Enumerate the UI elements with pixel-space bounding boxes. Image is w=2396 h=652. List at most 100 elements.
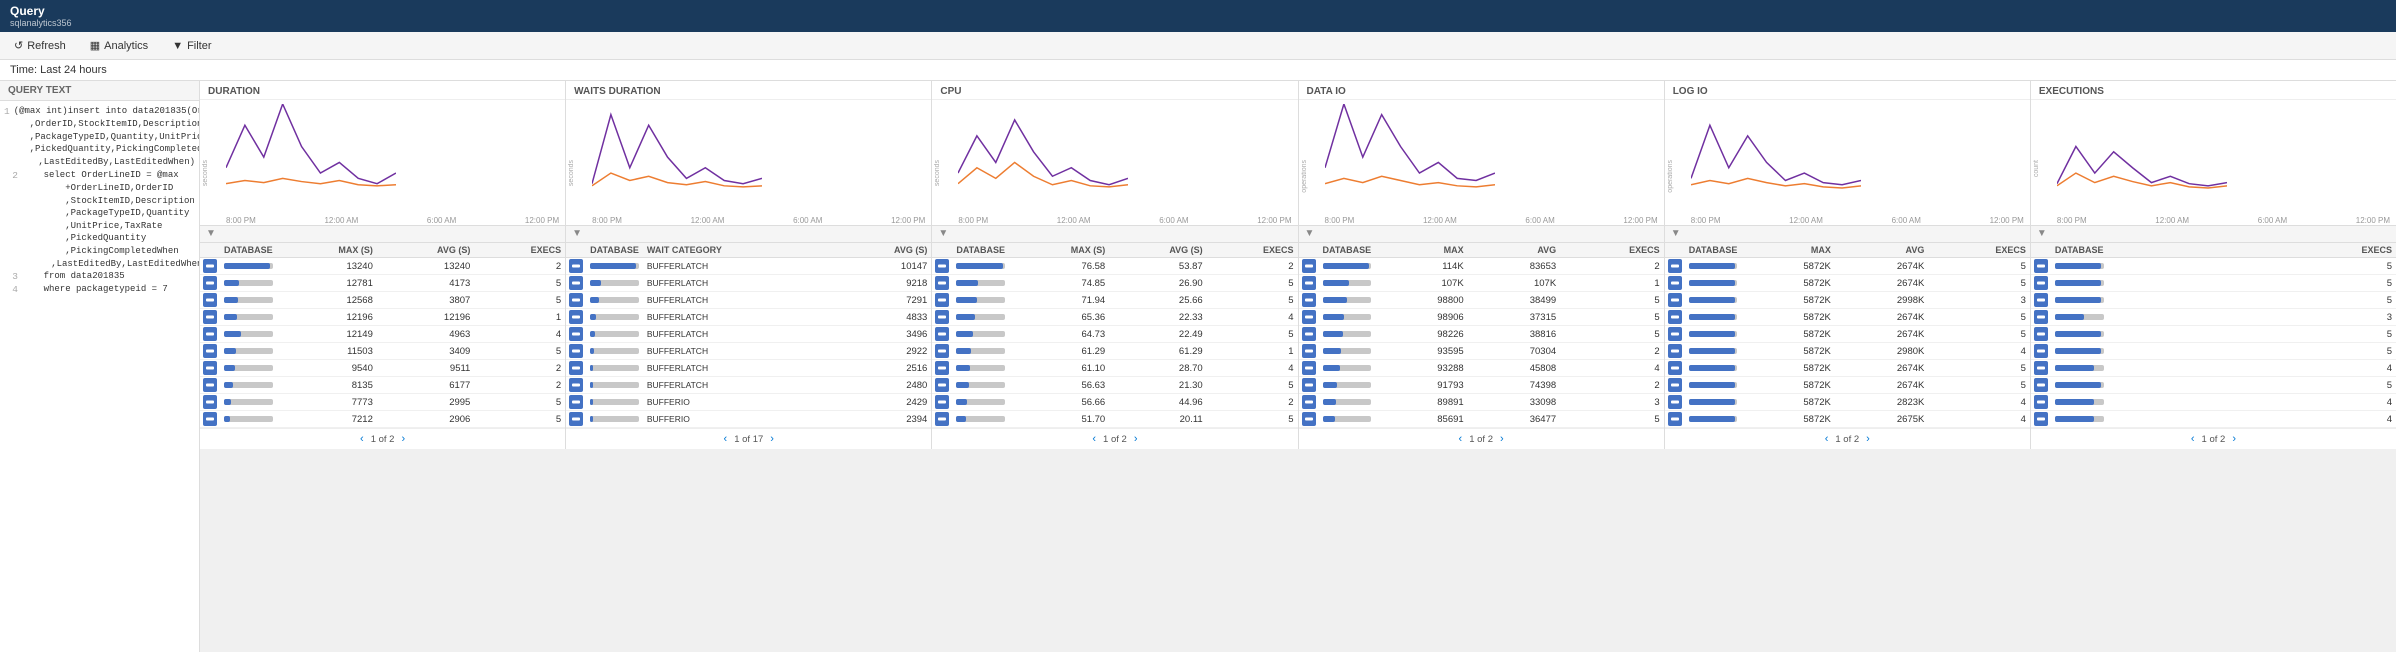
max-cell: 98906 [1375, 309, 1467, 326]
next-page-btn[interactable]: › [1131, 433, 1141, 445]
prev-page-btn[interactable]: ‹ [2188, 433, 2198, 445]
db-cell [2031, 326, 2051, 343]
panel-executions: EXECUTIONScount 8:00 PM12:00 AM6:00 AM12… [2031, 81, 2396, 449]
max-cell: 85691 [1375, 411, 1467, 428]
prev-page-btn[interactable]: ‹ [1456, 433, 1466, 445]
category-cell: BUFFERLATCH [643, 292, 836, 309]
table-filter-icon[interactable]: ▼ [2037, 228, 2049, 240]
avg-cell: 2394 [835, 411, 931, 428]
max-cell: 91793 [1375, 377, 1467, 394]
next-page-btn[interactable]: › [2229, 433, 2239, 445]
execs-cell: 3 [2108, 309, 2396, 326]
table-row: 12781 4173 5 [200, 275, 565, 292]
prev-page-btn[interactable]: ‹ [357, 433, 367, 445]
col-db: DATABASE [1319, 243, 1376, 258]
table-row: 56.63 21.30 5 [932, 377, 1297, 394]
max-cell: 61.10 [1009, 360, 1109, 377]
execs-cell: 5 [2108, 258, 2396, 275]
next-page-btn[interactable]: › [1497, 433, 1507, 445]
avg-cell: 2674K [1835, 326, 1929, 343]
avg-cell: 37315 [1468, 309, 1560, 326]
table-filter-icon[interactable]: ▼ [572, 228, 584, 240]
col-db: DATABASE [1685, 243, 1742, 258]
db-icon [1668, 276, 1682, 290]
max-cell: 5872K [1741, 343, 1835, 360]
bar-cell [586, 411, 643, 428]
table-row: 5872K 2674K 5 [1665, 377, 2030, 394]
bar-cell [220, 292, 277, 309]
bar-cell [586, 343, 643, 360]
db-icon [1302, 293, 1316, 307]
col-avg: AVG (S) [1109, 243, 1206, 258]
execs-cell: 4 [1928, 343, 2030, 360]
execs-cell: 5 [1560, 411, 1664, 428]
table-row: 8135 6177 2 [200, 377, 565, 394]
avg-cell: 74398 [1468, 377, 1560, 394]
bar-cell [1685, 377, 1742, 394]
max-cell: 56.63 [1009, 377, 1109, 394]
prev-page-btn[interactable]: ‹ [1822, 433, 1832, 445]
db-icon [1302, 344, 1316, 358]
y-axis-label-waitsDuration: seconds [568, 160, 575, 186]
next-page-btn[interactable]: › [398, 433, 408, 445]
col-icon [2031, 243, 2051, 258]
db-cell [1665, 411, 1685, 428]
max-cell: 56.66 [1009, 394, 1109, 411]
table-row: 4 [2031, 360, 2396, 377]
page-indicator: 1 of 2 [1103, 434, 1127, 445]
bar-cell [1319, 360, 1376, 377]
db-icon [1668, 327, 1682, 341]
table-filter-icon[interactable]: ▼ [206, 228, 218, 240]
table-row: BUFFERLATCH 10147 [566, 258, 931, 275]
table-row: BUFFERLATCH 2922 [566, 343, 931, 360]
table-row: 12196 12196 1 [200, 309, 565, 326]
panel-waitsDuration: WAITS DURATIONseconds 8:00 PM12:00 AM6:0… [566, 81, 932, 449]
prev-page-btn[interactable]: ‹ [1089, 433, 1099, 445]
db-icon [1668, 259, 1682, 273]
table-row: 7212 2906 5 [200, 411, 565, 428]
refresh-button[interactable]: ↺ Refresh [10, 37, 70, 54]
col-execs: EXECS [1560, 243, 1664, 258]
refresh-icon: ↺ [14, 39, 23, 52]
execs-cell: 5 [474, 292, 565, 309]
analytics-button[interactable]: ▦ Analytics [86, 37, 152, 54]
db-cell [566, 394, 586, 411]
db-icon [2034, 344, 2048, 358]
table-filter-icon[interactable]: ▼ [1305, 228, 1317, 240]
filter-button[interactable]: ▼ Filter [168, 38, 215, 54]
execs-cell: 5 [1207, 377, 1298, 394]
bar-cell [952, 292, 1009, 309]
next-page-btn[interactable]: › [767, 433, 777, 445]
page-indicator: 1 of 17 [734, 434, 763, 445]
db-icon [569, 276, 583, 290]
avg-cell: 2674K [1835, 360, 1929, 377]
avg-cell: 21.30 [1109, 377, 1206, 394]
db-cell [1665, 377, 1685, 394]
db-icon [569, 310, 583, 324]
avg-cell: 7291 [835, 292, 931, 309]
db-cell [1299, 258, 1319, 275]
db-icon [1302, 259, 1316, 273]
max-cell: 5872K [1741, 360, 1835, 377]
max-cell: 76.58 [1009, 258, 1109, 275]
db-icon [2034, 276, 2048, 290]
table-filter-icon[interactable]: ▼ [1671, 228, 1683, 240]
prev-page-btn[interactable]: ‹ [721, 433, 731, 445]
db-icon [203, 361, 217, 375]
bar-cell [1319, 394, 1376, 411]
execs-cell: 5 [1560, 309, 1664, 326]
db-cell [1665, 258, 1685, 275]
table-row: 5 [2031, 275, 2396, 292]
table-row: 74.85 26.90 5 [932, 275, 1297, 292]
db-cell [566, 292, 586, 309]
pagination-duration: ‹ 1 of 2 › [200, 428, 565, 449]
execs-cell: 5 [1928, 360, 2030, 377]
table-filter-icon[interactable]: ▼ [938, 228, 950, 240]
avg-cell: 38816 [1468, 326, 1560, 343]
table-row: 5872K 2674K 5 [1665, 258, 2030, 275]
execs-cell: 3 [1560, 394, 1664, 411]
db-icon [1668, 344, 1682, 358]
execs-cell: 5 [1560, 292, 1664, 309]
next-page-btn[interactable]: › [1863, 433, 1873, 445]
query-panel: QUERY TEXT 1(@max int)insert into data20… [0, 81, 200, 652]
